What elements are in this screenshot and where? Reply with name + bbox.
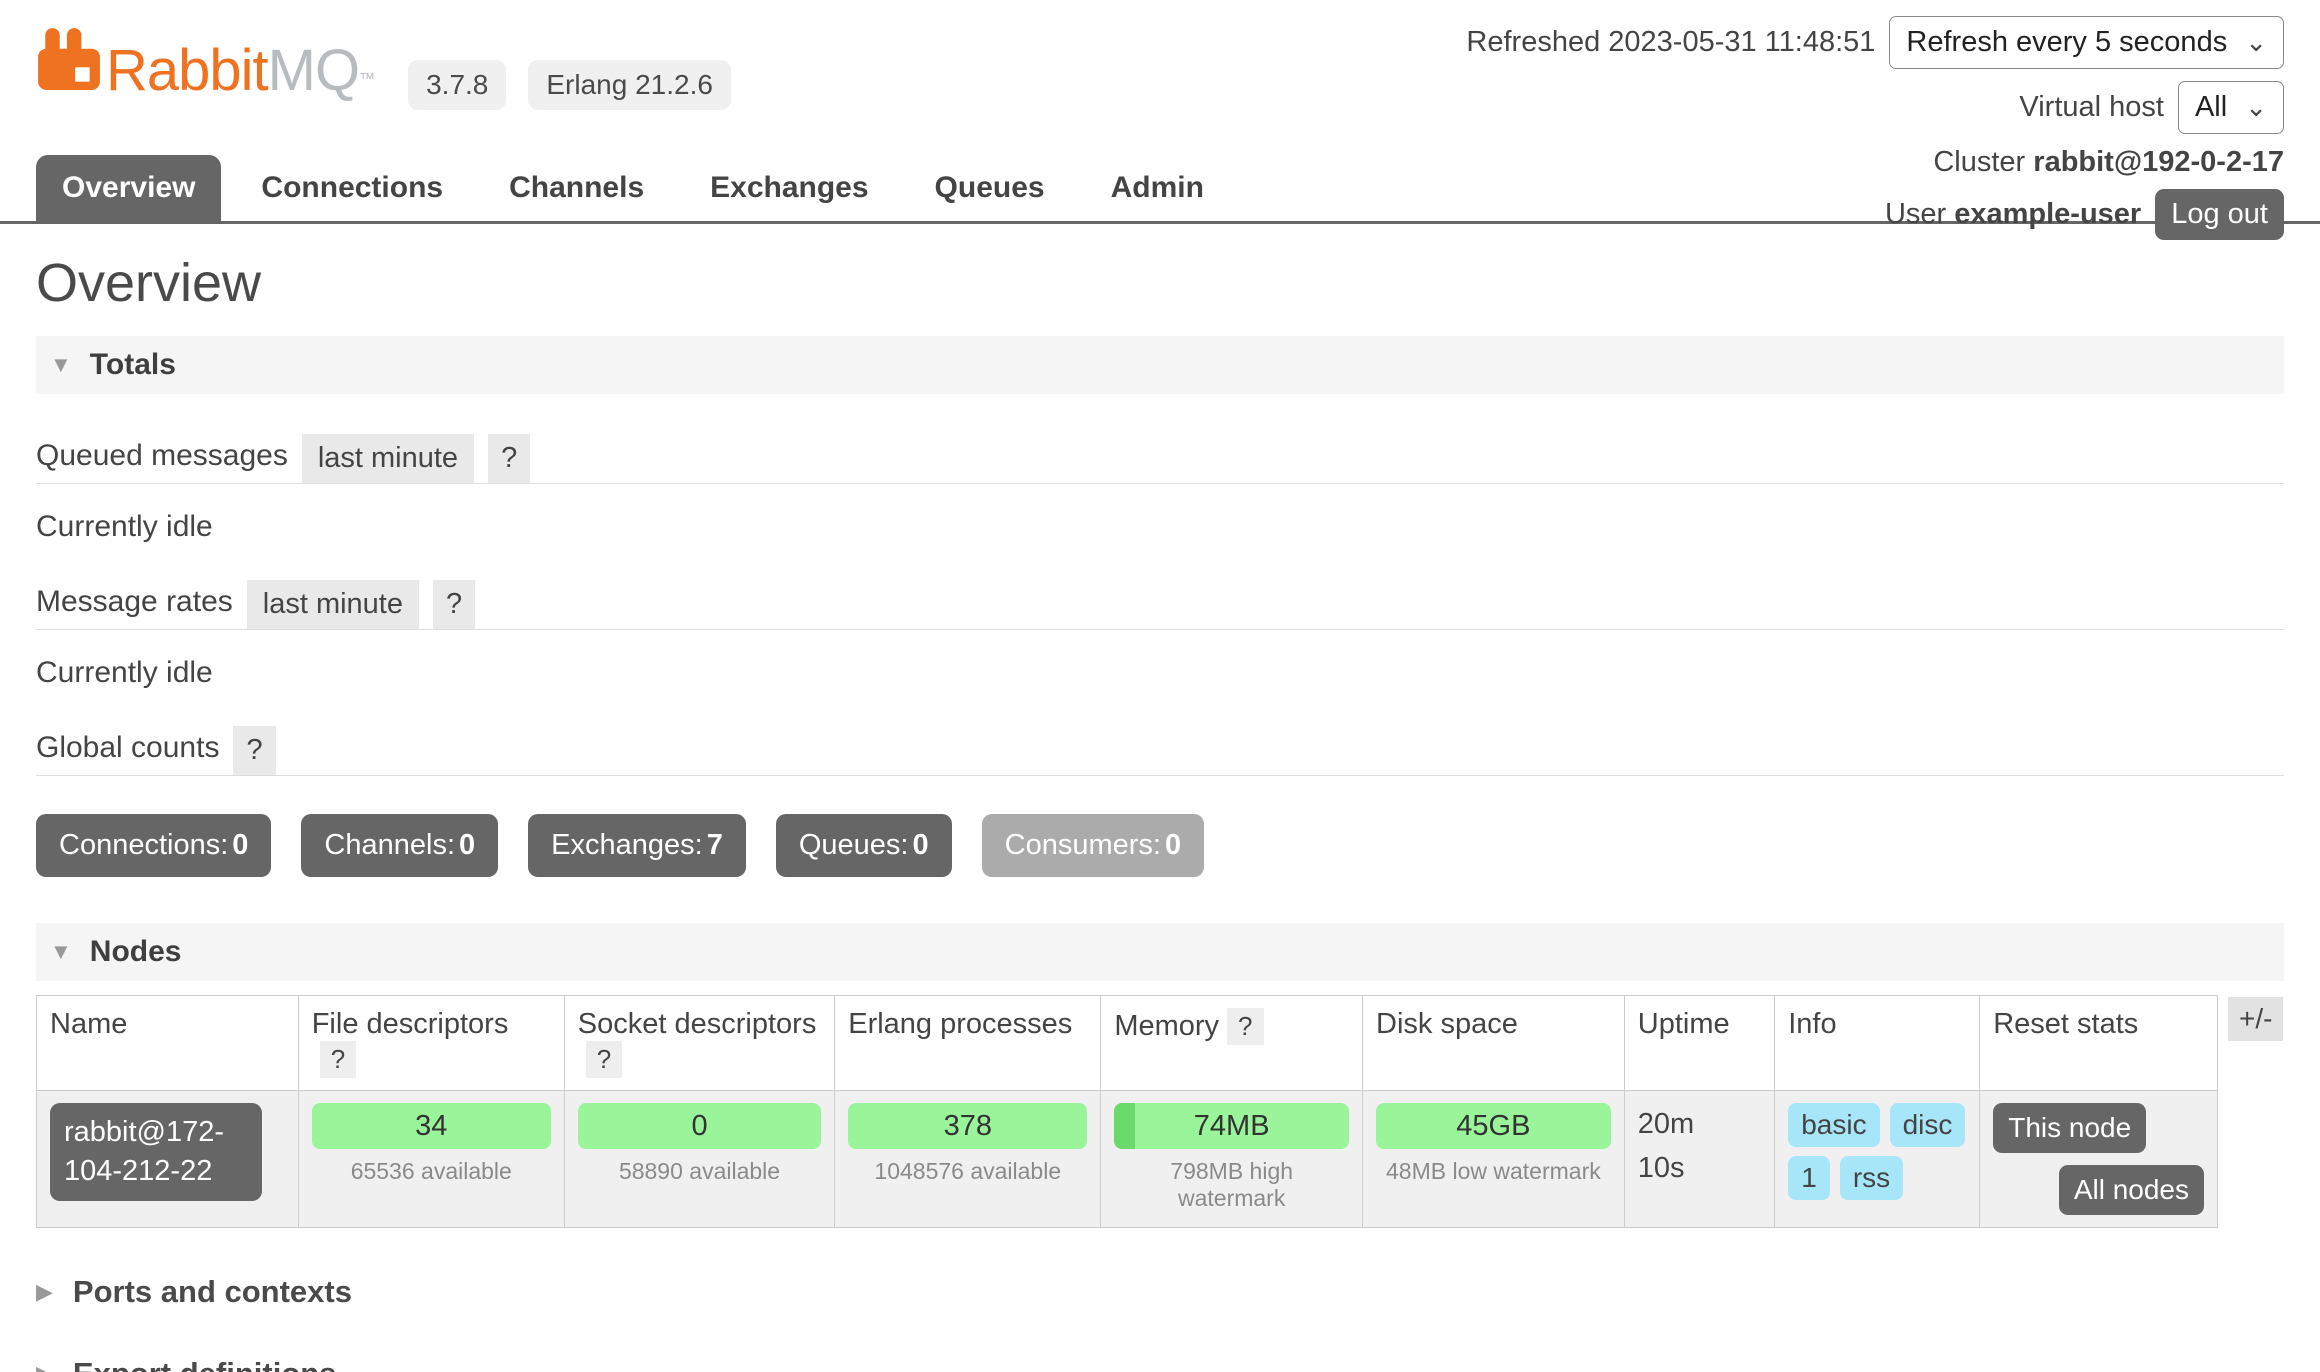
expand-triangle-icon: ▶ [36, 1279, 53, 1305]
message-rates-label: Message rates [36, 585, 233, 629]
refresh-interval-select[interactable]: Refresh every 5 seconds ⌄ [1889, 16, 2284, 69]
refreshed-timestamp: Refreshed 2023-05-31 11:48:51 [1466, 26, 1875, 59]
tab-exchanges[interactable]: Exchanges [684, 155, 894, 221]
message-rates-status: Currently idle [36, 656, 2284, 690]
channels-count-badge[interactable]: Channels:0 [301, 814, 498, 877]
info-badge-basic[interactable]: basic [1788, 1103, 1879, 1147]
col-uptime: Uptime [1624, 996, 1774, 1091]
queues-count-badge[interactable]: Queues:0 [776, 814, 952, 877]
disk-space-cell: 45GB 48MB low watermark [1363, 1091, 1625, 1228]
collapse-triangle-icon: ▼ [50, 939, 72, 965]
global-counts-heading: Global counts ? [36, 726, 2284, 776]
rates-range-chip[interactable]: last minute [247, 580, 419, 629]
chevron-down-icon: ⌄ [2245, 100, 2267, 116]
help-icon[interactable]: ? [1227, 1008, 1263, 1045]
expand-triangle-icon: ▶ [36, 1361, 53, 1372]
col-name: Name [37, 996, 299, 1091]
cluster-name: Cluster rabbit@192-0-2-17 [1466, 146, 2284, 179]
tab-overview[interactable]: Overview [36, 155, 221, 221]
tab-connections[interactable]: Connections [235, 155, 469, 221]
tab-admin[interactable]: Admin [1085, 155, 1230, 221]
queued-range-chip[interactable]: last minute [302, 434, 474, 483]
brand-wordmark: RabbitMQ™ [106, 42, 374, 100]
uptime-cell: 20m10s [1624, 1091, 1774, 1228]
global-counts-label: Global counts [36, 731, 219, 775]
socket-descriptors-cell: 0 58890 available [564, 1091, 834, 1228]
current-user: User example-user [1885, 198, 2141, 231]
page-title: Overview [36, 252, 2284, 314]
memory-cell: 74MB 798MB high watermark [1101, 1091, 1363, 1228]
consumers-count-badge[interactable]: Consumers:0 [982, 814, 1204, 877]
queued-messages-heading: Queued messages last minute ? [36, 434, 2284, 484]
info-badge-disc[interactable]: disc [1890, 1103, 1966, 1147]
nodes-table: Name File descriptors? Socket descriptor… [36, 995, 2218, 1228]
node-name-badge[interactable]: rabbit@172-104-212-22 [50, 1103, 262, 1201]
col-memory: Memory? [1101, 996, 1363, 1091]
help-icon[interactable]: ? [233, 726, 275, 775]
nodes-section-toggle[interactable]: ▼ Nodes [36, 923, 2284, 981]
message-rates-heading: Message rates last minute ? [36, 580, 2284, 630]
reset-this-node-button[interactable]: This node [1993, 1103, 2146, 1153]
virtual-host-select[interactable]: All ⌄ [2178, 81, 2284, 134]
info-cell: basic disc 1 rss [1775, 1091, 1980, 1228]
export-definitions-toggle[interactable]: ▶ Export definitions [36, 1356, 2284, 1372]
info-badge-1[interactable]: 1 [1788, 1156, 1830, 1200]
logout-button[interactable]: Log out [2155, 189, 2284, 240]
virtual-host-label: Virtual host [2019, 91, 2164, 124]
file-descriptors-cell: 34 65536 available [298, 1091, 564, 1228]
queued-messages-label: Queued messages [36, 439, 288, 483]
chevron-down-icon: ⌄ [2245, 35, 2267, 51]
collapse-triangle-icon: ▼ [50, 352, 72, 378]
ports-and-contexts-toggle[interactable]: ▶ Ports and contexts [36, 1274, 2284, 1310]
col-socket-descriptors: Socket descriptors? [564, 996, 834, 1091]
info-badge-rss[interactable]: rss [1840, 1156, 1903, 1200]
rabbitmq-logo[interactable]: RabbitMQ™ [36, 26, 374, 100]
tab-channels[interactable]: Channels [483, 155, 670, 221]
node-row: rabbit@172-104-212-22 34 65536 available… [37, 1091, 2218, 1228]
reset-stats-cell: This node All nodes [1980, 1091, 2218, 1228]
col-file-descriptors: File descriptors? [298, 996, 564, 1091]
nodes-section-title: Nodes [90, 935, 182, 969]
exchanges-count-badge[interactable]: Exchanges:7 [528, 814, 746, 877]
col-erlang-processes: Erlang processes [835, 996, 1101, 1091]
connections-count-badge[interactable]: Connections:0 [36, 814, 271, 877]
reset-all-nodes-button[interactable]: All nodes [2059, 1165, 2204, 1215]
global-counts-row: Connections:0 Channels:0 Exchanges:7 Que… [36, 814, 2284, 877]
version-badge: 3.7.8 [408, 60, 506, 110]
column-toggle-button[interactable]: +/- [2228, 997, 2283, 1041]
help-icon[interactable]: ? [586, 1041, 622, 1078]
col-disk-space: Disk space [1363, 996, 1625, 1091]
help-icon[interactable]: ? [433, 580, 475, 629]
help-icon[interactable]: ? [320, 1041, 356, 1078]
help-icon[interactable]: ? [488, 434, 530, 483]
tab-queues[interactable]: Queues [909, 155, 1071, 221]
queued-messages-status: Currently idle [36, 510, 2284, 544]
nav-tabs: Overview Connections Channels Exchanges … [36, 155, 1244, 221]
col-reset-stats: Reset stats [1980, 996, 2218, 1091]
col-info: Info [1775, 996, 1980, 1091]
nodes-header-row: Name File descriptors? Socket descriptor… [37, 996, 2218, 1091]
totals-section-toggle[interactable]: ▼ Totals [36, 336, 2284, 394]
erlang-version-badge: Erlang 21.2.6 [528, 60, 731, 110]
totals-section-title: Totals [90, 348, 176, 382]
rabbitmq-rabbit-icon [36, 26, 106, 100]
erlang-processes-cell: 378 1048576 available [835, 1091, 1101, 1228]
header: RabbitMQ™ 3.7.8 Erlang 21.2.6 Refreshed … [0, 0, 2320, 224]
